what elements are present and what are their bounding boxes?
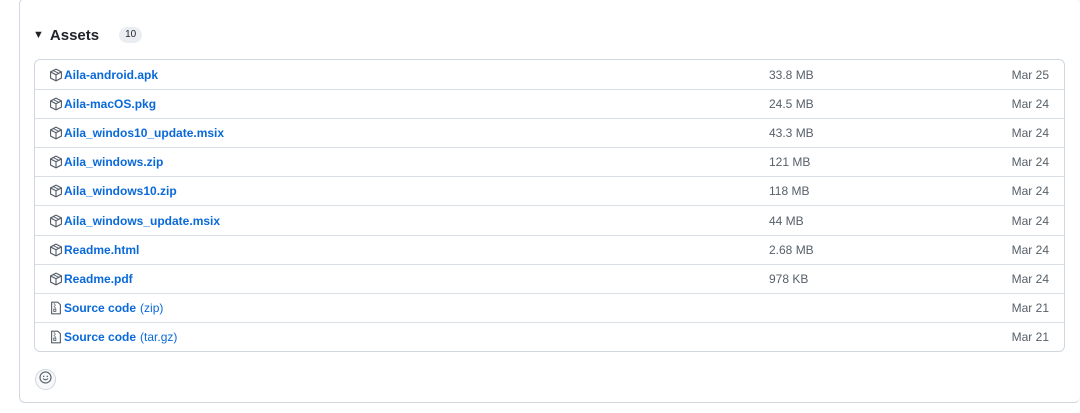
file-zip-icon <box>48 329 64 345</box>
asset-date: Mar 24 <box>1011 213 1049 228</box>
asset-size: 2.68 MB <box>769 242 814 257</box>
package-icon <box>48 213 64 229</box>
asset-size: 121 MB <box>769 155 811 170</box>
asset-name[interactable]: Aila-android.apk <box>64 68 158 82</box>
asset-date: Mar 24 <box>1011 184 1049 199</box>
asset-size: 118 MB <box>769 184 810 199</box>
asset-row: Source code (tar.gz) Mar 21 <box>35 321 1064 351</box>
asset-name[interactable]: Aila_windows10.zip <box>64 184 177 198</box>
package-icon <box>48 271 64 287</box>
asset-name[interactable]: Source code <box>64 301 136 315</box>
package-icon <box>48 67 64 83</box>
asset-size: 44 MB <box>769 213 804 228</box>
asset-name[interactable]: Aila_windows_update.msix <box>64 214 220 228</box>
asset-row: Aila-macOS.pkg 24.5 MB Mar 24 <box>35 89 1064 118</box>
asset-name[interactable]: Source code <box>64 330 136 344</box>
asset-date: Mar 24 <box>1011 271 1049 286</box>
package-icon <box>48 96 64 112</box>
asset-row: Aila_windows.zip 121 MB Mar 24 <box>35 147 1064 176</box>
asset-date: Mar 25 <box>1011 67 1049 82</box>
asset-link[interactable]: Aila-macOS.pkg <box>35 96 769 112</box>
asset-date: Mar 24 <box>1011 242 1049 257</box>
asset-list: Aila-android.apk 33.8 MB Mar 25 Aila-macOS.… <box>34 59 1065 352</box>
asset-size: 24.5 MB <box>769 97 814 112</box>
asset-link[interactable]: Aila_windows.zip <box>35 154 769 170</box>
package-icon <box>48 242 64 258</box>
asset-size: 33.8 MB <box>769 67 814 82</box>
package-icon <box>48 125 64 141</box>
asset-row: Readme.html 2.68 MB Mar 24 <box>35 234 1064 264</box>
asset-date: Mar 24 <box>1011 97 1049 112</box>
asset-name[interactable]: Readme.pdf <box>64 272 133 286</box>
asset-link[interactable]: Aila_windows_update.msix <box>35 213 769 229</box>
asset-size: 43.3 MB <box>769 126 814 141</box>
smiley-icon <box>39 370 52 389</box>
asset-link[interactable]: Aila_windos10_update.msix <box>35 125 769 141</box>
asset-date: Mar 21 <box>1011 329 1049 344</box>
asset-link[interactable]: Aila_windows10.zip <box>35 183 769 199</box>
asset-date: Mar 21 <box>1011 300 1049 315</box>
file-zip-icon <box>48 300 64 316</box>
asset-size: 978 KB <box>769 271 809 286</box>
package-icon <box>48 183 64 199</box>
asset-date: Mar 24 <box>1011 126 1049 141</box>
asset-row: Readme.pdf 978 KB Mar 24 <box>35 263 1064 293</box>
assets-title: Assets <box>49 26 100 44</box>
asset-row: Aila-android.apk 33.8 MB Mar 25 <box>35 60 1064 89</box>
add-reaction-button[interactable] <box>35 369 56 390</box>
asset-row: Aila_windows_update.msix 44 MB Mar 24 <box>35 205 1064 234</box>
asset-format[interactable]: (tar.gz) <box>140 330 177 344</box>
asset-link[interactable]: Readme.pdf <box>35 271 769 287</box>
asset-row: Source code (zip) Mar 21 <box>35 292 1064 322</box>
asset-link[interactable]: Source code (zip) <box>35 300 769 316</box>
asset-format[interactable]: (zip) <box>140 301 163 315</box>
asset-link[interactable]: Aila-android.apk <box>35 67 769 83</box>
asset-link[interactable]: Source code (tar.gz) <box>35 329 769 345</box>
asset-row: Aila_windows10.zip 118 MB Mar 24 <box>35 176 1064 205</box>
asset-name[interactable]: Aila-macOS.pkg <box>64 97 156 111</box>
asset-row: Aila_windos10_update.msix 43.3 MB Mar 24 <box>35 118 1064 147</box>
asset-date: Mar 24 <box>1011 155 1049 170</box>
asset-name[interactable]: Aila_windows.zip <box>64 155 163 169</box>
package-icon <box>48 154 64 170</box>
asset-name[interactable]: Aila_windos10_update.msix <box>64 126 224 140</box>
assets-count-badge: 10 <box>119 27 143 43</box>
asset-name[interactable]: Readme.html <box>64 243 139 257</box>
asset-link[interactable]: Readme.html <box>35 242 769 258</box>
caret-down-icon: ▼ <box>33 29 44 41</box>
assets-toggle[interactable]: ▼ Assets 10 <box>33 24 143 46</box>
